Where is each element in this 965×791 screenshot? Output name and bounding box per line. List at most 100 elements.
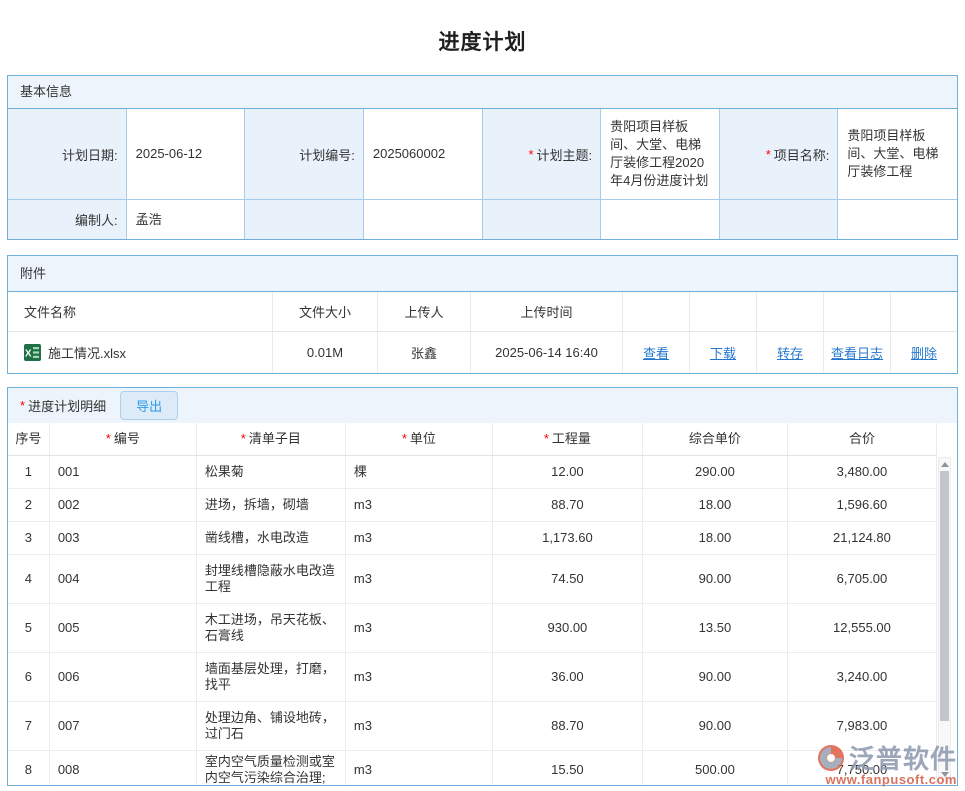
- scroll-down-arrow-icon[interactable]: [941, 772, 949, 777]
- export-button[interactable]: 导出: [120, 391, 178, 420]
- attachments-actions-header: [891, 292, 957, 331]
- table-row: 7007处理边角、铺设地砖，过门石m388.7090.007,983.00: [8, 702, 937, 751]
- attachment-file-size: 0.01M: [273, 332, 378, 373]
- row-total: 7,983.00: [788, 702, 937, 750]
- attachment-upload-time: 2025-06-14 16:40: [471, 332, 623, 373]
- field-label: [245, 200, 364, 239]
- field-label-text: 项目名称:: [774, 145, 830, 164]
- attachments-actions-header: [690, 292, 757, 331]
- row-unit-price: 90.00: [643, 702, 788, 750]
- field-label: [483, 200, 602, 239]
- row-item: 松果菊: [197, 456, 346, 488]
- field-value: 孟浩: [127, 200, 246, 239]
- row-unit: m3: [346, 522, 493, 554]
- field-value: 2025060002: [364, 109, 483, 200]
- row-item: 封埋线槽隐蔽水电改造工程: [197, 555, 346, 603]
- row-item: 进场，拆墙，砌墙: [197, 489, 346, 521]
- field-value: 贵阳项目样板间、大堂、电梯厅装修工程2020年4月份进度计划: [601, 109, 720, 200]
- row-total: 3,480.00: [788, 456, 937, 488]
- row-total: 12,555.00: [788, 604, 937, 652]
- row-item: 木工进场，吊天花板、石膏线: [197, 604, 346, 652]
- table-row: 5005木工进场，吊天花板、石膏线m3930.0013.5012,555.00: [8, 604, 937, 653]
- attachment-uploader: 张鑫: [378, 332, 471, 373]
- required-asterisk: *: [106, 431, 111, 447]
- row-total: 3,240.00: [788, 653, 937, 701]
- attachment-action-cell: 转存: [757, 332, 824, 373]
- table-row: 6006墙面基层处理，打磨，找平m336.0090.003,240.00: [8, 653, 937, 702]
- attachments-column-header: 上传人: [378, 292, 471, 331]
- row-seq: 4: [8, 555, 50, 603]
- download-link[interactable]: 下载: [710, 343, 736, 362]
- attachments-actions-header: [824, 292, 891, 331]
- attachment-action-cell: 删除: [891, 332, 957, 373]
- field-value: [601, 200, 720, 239]
- detail-column-label: 清单子目: [249, 431, 301, 447]
- row-seq: 5: [8, 604, 50, 652]
- detail-column-label: 合价: [849, 431, 875, 447]
- table-row: 2002进场，拆墙，砌墙m388.7018.001,596.60: [8, 489, 937, 522]
- delete-link[interactable]: 删除: [911, 343, 937, 362]
- detail-section-bar: * 进度计划明细 导出: [8, 388, 957, 423]
- vertical-scrollbar[interactable]: [938, 457, 951, 782]
- row-seq: 8: [8, 751, 50, 786]
- scroll-up-arrow-icon[interactable]: [941, 462, 949, 467]
- detail-column-header: 综合单价: [643, 423, 788, 455]
- detail-header-row: 序号*编号*清单子目*单位*工程量综合单价合价: [8, 423, 937, 456]
- svg-text:X: X: [25, 349, 32, 360]
- attachment-action-cell: 查看日志: [824, 332, 891, 373]
- row-seq: 2: [8, 489, 50, 521]
- detail-column-header: 合价: [788, 423, 937, 455]
- row-unit: 棵: [346, 456, 493, 488]
- detail-section: * 进度计划明细 导出 序号*编号*清单子目*单位*工程量综合单价合价 1001…: [7, 387, 958, 786]
- detail-column-label: 单位: [410, 431, 436, 447]
- row-unit: m3: [346, 555, 493, 603]
- attachments-section: 附件 文件名称文件大小上传人上传时间X施工情况.xlsx0.01M张鑫2025-…: [7, 255, 958, 374]
- row-item: 凿线槽，水电改造: [197, 522, 346, 554]
- row-quantity: 12.00: [493, 456, 643, 488]
- field-label: *项目名称:: [720, 109, 839, 200]
- row-code: 007: [50, 702, 197, 750]
- table-row: 8008室内空气质量检测或室内空气污染综合治理;m315.50500.007,7…: [8, 751, 937, 786]
- view-log-link[interactable]: 查看日志: [831, 343, 883, 362]
- field-label-text: 计划编号:: [299, 145, 355, 164]
- field-value: 2025-06-12: [127, 109, 246, 200]
- attachments-column-header: 文件名称: [8, 292, 273, 331]
- required-asterisk: *: [20, 398, 25, 413]
- page: 进度计划 基本信息 计划日期:2025-06-12计划编号:2025060002…: [0, 0, 965, 791]
- view-file-link[interactable]: 查看: [643, 343, 669, 362]
- scrollbar-thumb[interactable]: [940, 471, 949, 721]
- row-code: 005: [50, 604, 197, 652]
- row-total: 21,124.80: [788, 522, 937, 554]
- row-total: 6,705.00: [788, 555, 937, 603]
- row-unit-price: 90.00: [643, 653, 788, 701]
- table-row: 4004封埋线槽隐蔽水电改造工程m374.5090.006,705.00: [8, 555, 937, 604]
- attachments-table: 文件名称文件大小上传人上传时间X施工情况.xlsx0.01M张鑫2025-06-…: [8, 292, 957, 373]
- row-quantity: 36.00: [493, 653, 643, 701]
- row-item: 墙面基层处理，打磨，找平: [197, 653, 346, 701]
- field-label-text: 计划主题:: [537, 145, 593, 164]
- row-seq: 1: [8, 456, 50, 488]
- detail-body: 1001松果菊棵12.00290.003,480.002002进场，拆墙，砌墙m…: [8, 456, 937, 786]
- detail-column-header: *工程量: [493, 423, 643, 455]
- row-item: 室内空气质量检测或室内空气污染综合治理;: [197, 751, 346, 786]
- detail-column-label: 序号: [15, 431, 41, 447]
- row-unit: m3: [346, 653, 493, 701]
- attachment-action-cell: 下载: [690, 332, 757, 373]
- field-label: *计划主题:: [483, 109, 602, 200]
- row-unit-price: 290.00: [643, 456, 788, 488]
- row-code: 001: [50, 456, 197, 488]
- detail-column-label: 工程量: [552, 431, 591, 447]
- row-seq: 7: [8, 702, 50, 750]
- row-unit-price: 13.50: [643, 604, 788, 652]
- attachments-actions-header: [623, 292, 690, 331]
- field-label-text: 编制人:: [75, 210, 118, 229]
- detail-table: 序号*编号*清单子目*单位*工程量综合单价合价 1001松果菊棵12.00290…: [8, 423, 937, 786]
- field-label-text: 计划日期:: [62, 145, 118, 164]
- basic-info-section-header: 基本信息: [8, 76, 957, 109]
- required-asterisk: *: [766, 147, 771, 162]
- attachment-action-cell: 查看: [623, 332, 690, 373]
- row-code: 002: [50, 489, 197, 521]
- transfer-link[interactable]: 转存: [777, 343, 803, 362]
- row-code: 004: [50, 555, 197, 603]
- row-item: 处理边角、铺设地砖，过门石: [197, 702, 346, 750]
